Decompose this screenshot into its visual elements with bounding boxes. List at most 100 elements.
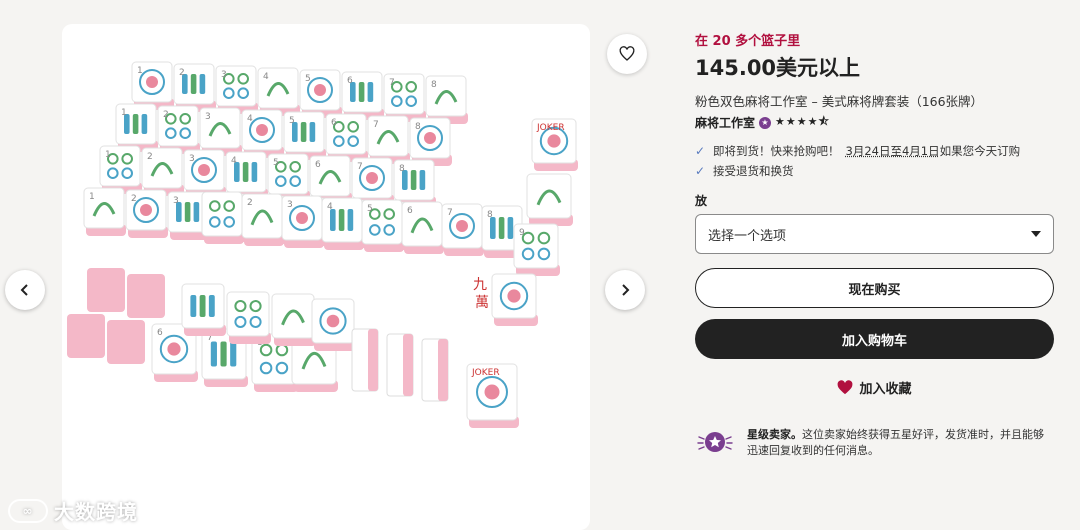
svg-text:JOKER: JOKER: [536, 123, 565, 133]
watermark-text: 大数跨境: [54, 500, 138, 524]
svg-text:1: 1: [105, 150, 111, 160]
mahjong-tile: 5: [299, 69, 342, 118]
star-seller-icon: [695, 427, 735, 457]
svg-text:6: 6: [315, 160, 321, 170]
blank-tile: [67, 314, 105, 358]
svg-text:3: 3: [287, 200, 293, 210]
mahjong-tile: 2: [173, 63, 216, 112]
mahjong-tile: 6: [401, 201, 444, 254]
svg-text:萬: 萬: [475, 295, 489, 311]
price: 145.00美元以上: [695, 56, 861, 80]
previous-image-button[interactable]: [5, 270, 45, 310]
side-tile: [351, 328, 379, 392]
svg-text:5: 5: [305, 74, 311, 84]
svg-text:2: 2: [179, 68, 185, 78]
shop-name[interactable]: 麻将工作室: [695, 114, 755, 131]
star-seller-badge-icon: ★: [759, 116, 772, 129]
mahjong-tile: 7: [367, 115, 410, 164]
mahjong-tile: 3: [199, 107, 242, 156]
mahjong-tile: [226, 291, 271, 344]
mahjong-tile: 8: [409, 117, 452, 166]
rating-stars[interactable]: ★★★★⯪: [775, 113, 830, 132]
svg-text:3: 3: [221, 70, 227, 80]
mahjong-tile: [201, 191, 244, 244]
blank-tile: [87, 268, 125, 312]
svg-text:5: 5: [289, 116, 295, 126]
mahjong-tile: [311, 298, 356, 351]
svg-text:5: 5: [367, 204, 373, 214]
svg-text:4: 4: [231, 156, 237, 166]
side-tile: [421, 338, 449, 402]
svg-text:JOKER: JOKER: [471, 368, 500, 378]
arrival-dates[interactable]: 3月24日至4月1日: [846, 143, 940, 159]
svg-text:4: 4: [263, 72, 269, 82]
mahjong-tile: 4: [257, 67, 300, 116]
check-icon: ✓: [695, 144, 706, 158]
check-icon: ✓: [695, 164, 706, 178]
variant-select[interactable]: 选择一个选项: [695, 214, 1054, 254]
svg-text:1: 1: [137, 66, 143, 76]
svg-text:7: 7: [373, 120, 379, 130]
add-to-collection-button[interactable]: 加入收藏: [695, 378, 1054, 397]
arrival-suffix: 如果您今天订购: [939, 144, 1021, 158]
next-image-button[interactable]: [605, 270, 645, 310]
mahjong-tile: [526, 173, 573, 226]
mahjong-tile: 1: [99, 145, 142, 194]
svg-text:4: 4: [327, 202, 333, 212]
watermark: ∞ 大数跨境: [8, 496, 138, 525]
mahjong-tile: 2: [125, 189, 168, 238]
svg-text:8: 8: [487, 210, 493, 220]
caret-down-icon: [1031, 231, 1041, 237]
shop-row: 麻将工作室 ★ ★★★★⯪: [695, 113, 830, 132]
variant-placeholder: 选择一个选项: [708, 228, 787, 244]
star-seller-text: 星级卖家。这位卖家始终获得五星好评，发货准时，并且能够迅速回复收到的任何消息。: [747, 427, 1054, 459]
mahjong-tile: 5: [361, 199, 404, 252]
svg-text:7: 7: [389, 78, 395, 88]
svg-text:5: 5: [273, 158, 279, 168]
blank-tile: [127, 274, 165, 318]
chevron-right-icon: [622, 284, 630, 296]
svg-text:8: 8: [415, 122, 421, 132]
mahjong-tile: 3: [183, 149, 226, 198]
product-gallery: 123456781234567812345678123456782345678J…: [0, 0, 660, 530]
star-seller-title: 星级卖家。: [747, 428, 802, 441]
mahjong-tile: 1: [131, 61, 174, 110]
star-seller-info: 星级卖家。这位卖家始终获得五星好评，发货准时，并且能够迅速回复收到的任何消息。: [695, 427, 1054, 459]
chevron-left-icon: [20, 284, 28, 296]
product-title: 粉色双色麻将工作室 – 美式麻将牌套装（166张牌）: [695, 94, 984, 109]
add-to-cart-button[interactable]: 加入购物车: [695, 319, 1054, 359]
mahjong-tile: [491, 273, 538, 326]
favorite-button[interactable]: [607, 34, 647, 74]
basket-notice: 在 20 多个篮子里: [695, 34, 801, 49]
returns-text: 接受退货和换货: [713, 164, 794, 178]
svg-text:2: 2: [163, 110, 169, 120]
product-photo: 123456781234567812345678123456782345678J…: [62, 24, 590, 530]
mahjong-tile: JOKER: [531, 118, 578, 171]
side-tile: [386, 333, 414, 397]
svg-text:8: 8: [399, 164, 405, 174]
mahjong-tile: JOKER: [466, 363, 519, 428]
mahjong-tile: 7: [383, 73, 426, 122]
svg-text:6: 6: [407, 206, 413, 216]
mahjong-tile: 7: [441, 203, 484, 256]
mahjong-tile: 3: [215, 65, 258, 114]
buy-now-button[interactable]: 现在购买: [695, 268, 1054, 308]
watermark-logo-icon: ∞: [8, 498, 48, 523]
mahjong-tile: 8: [425, 75, 468, 124]
svg-text:九: 九: [473, 277, 487, 293]
svg-text:3: 3: [173, 196, 179, 206]
mahjong-tile: 9: [513, 223, 560, 276]
mahjong-tile: 4: [321, 197, 364, 250]
svg-text:1: 1: [89, 192, 95, 202]
mahjong-tile: 3: [281, 195, 324, 248]
svg-text:6: 6: [157, 328, 163, 338]
mahjong-tile: 6: [341, 71, 384, 120]
svg-text:2: 2: [247, 198, 253, 208]
svg-text:2: 2: [147, 152, 153, 162]
heart-outline-icon: [619, 46, 635, 61]
mahjong-tile: 2: [141, 147, 184, 196]
arrival-perk: ✓ 即将到货！快来抢购吧！ 3月24日至4月1日 如果您今天订购: [695, 143, 1020, 159]
svg-text:6: 6: [331, 118, 337, 128]
mahjong-tile: 4: [241, 109, 284, 158]
variant-label: 放: [695, 194, 708, 208]
